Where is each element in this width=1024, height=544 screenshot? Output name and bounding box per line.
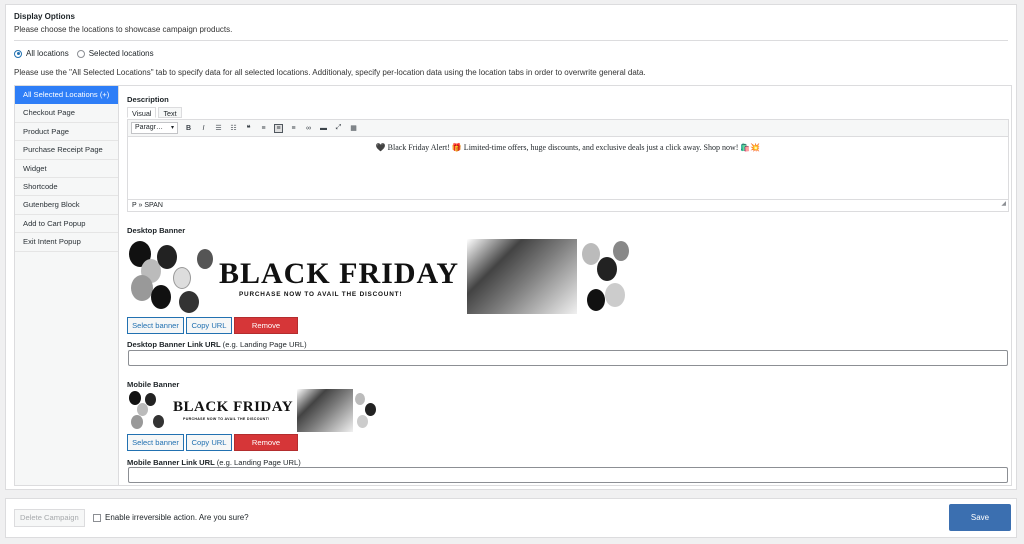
- bullet-list-icon[interactable]: ☰: [214, 124, 223, 133]
- mobile-link-hint: (e.g. Landing Page URL): [216, 458, 301, 467]
- tab-content: Description Visual Text Paragr… ▾ B I ☰ …: [123, 86, 1009, 485]
- tab-text[interactable]: Text: [158, 107, 182, 118]
- fullscreen-icon[interactable]: ⤢: [334, 124, 343, 133]
- desktop-banner-image: BLACK FRIDAY PURCHASE NOW TO AVAIL THE D…: [127, 239, 631, 314]
- numbered-list-icon[interactable]: ☷: [229, 124, 238, 133]
- location-tabs: All Selected Locations (+) Checkout Page…: [14, 85, 1012, 486]
- align-left-icon[interactable]: ≡: [259, 124, 268, 133]
- radio-selected-locations[interactable]: [76, 49, 85, 58]
- save-button[interactable]: Save: [949, 504, 1011, 531]
- description-label: Description: [127, 95, 169, 104]
- editor-mode-tabs: Visual Text: [127, 107, 182, 118]
- help-text: Please use the "All Selected Locations" …: [14, 68, 646, 77]
- sidebar-item-add-to-cart-popup[interactable]: Add to Cart Popup: [15, 214, 118, 234]
- sidebar-item-exit-intent-popup[interactable]: Exit Intent Popup: [15, 233, 118, 252]
- desktop-select-banner-button[interactable]: Select banner: [127, 317, 184, 334]
- location-sidebar: All Selected Locations (+) Checkout Page…: [15, 86, 119, 485]
- align-right-icon[interactable]: ≡: [289, 124, 298, 133]
- mobile-banner-label: Mobile Banner: [127, 380, 180, 389]
- section-subtitle: Please choose the locations to showcase …: [14, 25, 233, 34]
- mobile-select-banner-button[interactable]: Select banner: [127, 434, 184, 451]
- blockquote-icon[interactable]: ❝: [244, 124, 253, 133]
- desktop-banner-subtitle: PURCHASE NOW TO AVAIL THE DISCOUNT!: [239, 291, 403, 298]
- mobile-link-label-text: Mobile Banner Link URL: [127, 458, 215, 467]
- sidebar-item-product-page[interactable]: Product Page: [15, 122, 118, 142]
- tab-visual[interactable]: Visual: [127, 107, 157, 118]
- display-options-panel: Display Options Please choose the locati…: [5, 4, 1017, 490]
- desktop-banner-label: Desktop Banner: [127, 226, 186, 235]
- mobile-banner-title: BLACK FRIDAY: [173, 399, 294, 415]
- sidebar-item-purchase-receipt-page[interactable]: Purchase Receipt Page: [15, 141, 118, 160]
- location-mode-radios: All locations Selected locations: [14, 49, 158, 58]
- radio-selected-locations-label[interactable]: Selected locations: [89, 49, 154, 58]
- read-more-icon[interactable]: ▬: [319, 124, 328, 133]
- sidebar-item-all-selected-locations[interactable]: All Selected Locations (+): [15, 86, 118, 105]
- radio-all-locations-label[interactable]: All locations: [26, 49, 69, 58]
- align-center-icon[interactable]: ≡: [274, 123, 283, 133]
- desktop-banner-link-input[interactable]: [128, 350, 1008, 366]
- mobile-banner-image: BLACK FRIDAY PURCHASE NOW TO AVAIL THE D…: [127, 389, 379, 432]
- section-title: Display Options: [14, 12, 75, 21]
- editor-body[interactable]: 🖤 Black Friday Alert! 🎁 Limited-time off…: [128, 137, 1008, 199]
- mobile-banner-subtitle: PURCHASE NOW TO AVAIL THE DISCOUNT!: [183, 417, 270, 421]
- irreversible-action-checkbox[interactable]: [93, 514, 101, 522]
- editor-toolbar: Paragr… ▾ B I ☰ ☷ ❝ ≡ ≡ ≡ ∞ ▬ ⤢ ▦: [128, 120, 1008, 137]
- desktop-remove-banner-button[interactable]: Remove banner: [234, 317, 298, 345]
- desktop-copy-url-button[interactable]: Copy URL: [186, 317, 232, 334]
- footer-bar: Delete Campaign Enable irreversible acti…: [5, 498, 1017, 538]
- link-icon[interactable]: ∞: [304, 124, 313, 133]
- desktop-link-label: Desktop Banner Link URL (e.g. Landing Pa…: [127, 340, 307, 349]
- description-editor: Paragr… ▾ B I ☰ ☷ ❝ ≡ ≡ ≡ ∞ ▬ ⤢ ▦ 🖤 Blac…: [127, 119, 1009, 212]
- sidebar-item-shortcode[interactable]: Shortcode: [15, 177, 118, 197]
- sidebar-item-gutenberg-block[interactable]: Gutenberg Block: [15, 196, 118, 215]
- mobile-remove-banner-button[interactable]: Remove banner: [234, 434, 298, 462]
- divider: [14, 40, 1008, 41]
- irreversible-action-label[interactable]: Enable irreversible action. Are you sure…: [105, 513, 249, 522]
- resize-handle-icon[interactable]: ◢: [1001, 199, 1006, 210]
- toolbar-toggle-icon[interactable]: ▦: [349, 124, 358, 133]
- bold-icon[interactable]: B: [184, 124, 193, 133]
- mobile-banner-link-input[interactable]: [128, 467, 1008, 483]
- format-select-value: Paragr…: [135, 124, 164, 131]
- italic-icon[interactable]: I: [199, 124, 208, 133]
- sidebar-item-checkout-page[interactable]: Checkout Page: [15, 104, 118, 123]
- mobile-copy-url-button[interactable]: Copy URL: [186, 434, 232, 451]
- delete-campaign-button[interactable]: Delete Campaign: [14, 509, 85, 527]
- element-path: P » SPAN: [132, 202, 163, 209]
- mobile-link-label: Mobile Banner Link URL (e.g. Landing Pag…: [127, 458, 301, 467]
- desktop-banner-title: BLACK FRIDAY: [219, 257, 460, 290]
- chevron-down-icon: ▾: [170, 125, 174, 131]
- desktop-link-label-text: Desktop Banner Link URL: [127, 340, 221, 349]
- radio-all-locations[interactable]: [14, 49, 22, 58]
- format-select[interactable]: Paragr… ▾: [131, 122, 178, 134]
- editor-statusbar: P » SPAN ◢: [128, 199, 1008, 211]
- desktop-link-hint: (e.g. Landing Page URL): [222, 340, 307, 349]
- sidebar-item-widget[interactable]: Widget: [15, 159, 118, 178]
